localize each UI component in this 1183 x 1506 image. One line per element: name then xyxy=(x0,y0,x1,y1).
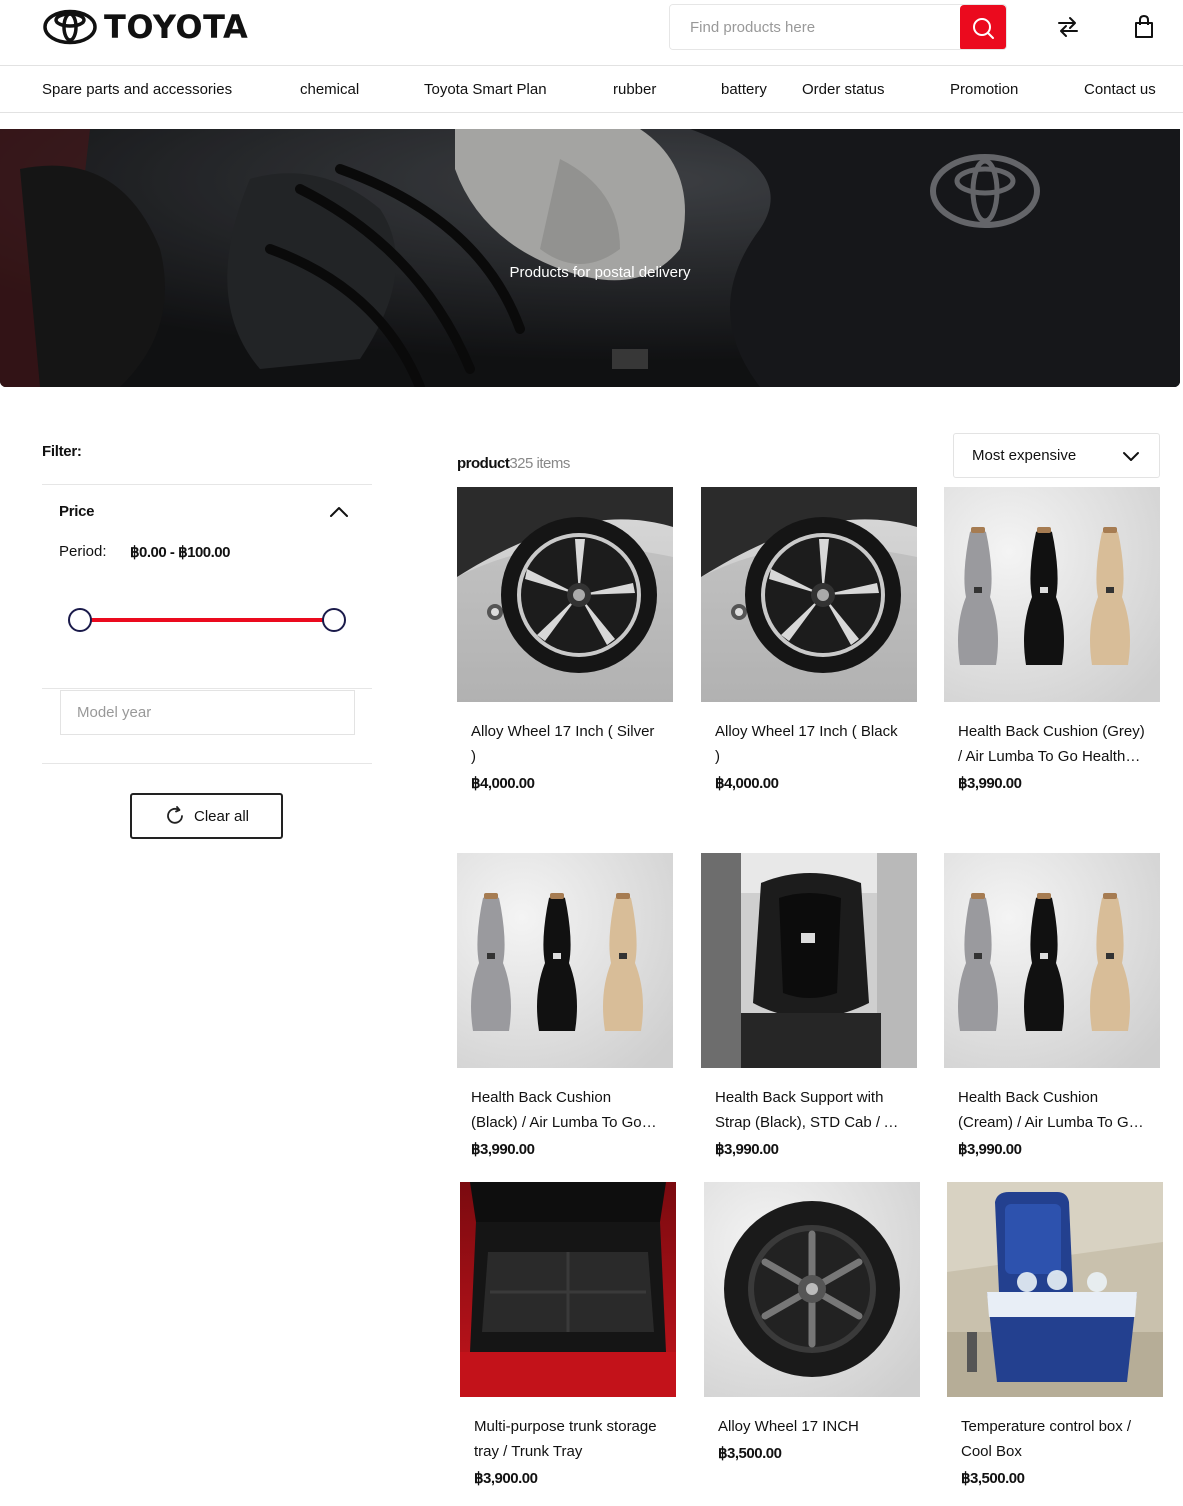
search-icon xyxy=(973,18,994,39)
product-image[interactable] xyxy=(457,487,673,702)
model-year-input[interactable] xyxy=(60,690,355,735)
product-name[interactable]: Health Back Cushion (Grey) / Air Lumba T… xyxy=(958,719,1146,769)
search-bar xyxy=(669,4,1007,50)
product-card[interactable]: Alloy Wheel 17 Inch ( Black ) ฿4,000.00 xyxy=(701,487,917,792)
brand-name: TOYOTA xyxy=(104,8,249,46)
engine-bay-image xyxy=(0,129,1180,387)
divider xyxy=(42,484,372,485)
sort-dropdown[interactable]: Most expensive xyxy=(953,433,1160,478)
product-price: ฿3,500.00 xyxy=(718,1445,782,1462)
product-name[interactable]: Alloy Wheel 17 Inch ( Silver ) xyxy=(471,719,659,769)
clear-all-label: Clear all xyxy=(193,807,250,825)
product-image[interactable] xyxy=(947,1182,1163,1397)
compare-button[interactable] xyxy=(1053,12,1083,42)
main-nav: Spare parts and accessories chemical Toy… xyxy=(0,66,1183,113)
nav-promotion[interactable]: Promotion xyxy=(950,81,1018,98)
product-card[interactable]: Alloy Wheel 17 INCH ฿3,500.00 xyxy=(704,1182,920,1462)
product-card[interactable]: Health Back Cushion (Cream) / Air Lumba … xyxy=(944,853,1160,1158)
price-filter-heading[interactable]: Price xyxy=(59,503,95,520)
product-price: ฿3,990.00 xyxy=(715,1141,779,1158)
product-card[interactable]: Health Back Support with Strap (Black), … xyxy=(701,853,917,1158)
compare-arrows-icon xyxy=(1058,17,1078,37)
product-name[interactable]: Health Back Cushion (Black) / Air Lumba … xyxy=(471,1085,659,1135)
product-name[interactable]: Alloy Wheel 17 Inch ( Black ) xyxy=(715,719,903,769)
product-image[interactable] xyxy=(701,487,917,702)
product-price: ฿3,500.00 xyxy=(961,1470,1025,1487)
clear-all-button[interactable]: Clear all xyxy=(130,793,283,839)
cart-button[interactable] xyxy=(1129,12,1159,42)
product-price: ฿3,900.00 xyxy=(474,1470,538,1487)
product-card[interactable]: Temperature control box / Cool Box ฿3,50… xyxy=(947,1182,1163,1487)
chevron-down-icon xyxy=(1123,451,1139,461)
nav-order-status[interactable]: Order status xyxy=(802,81,885,98)
period-label: Period: xyxy=(59,543,107,560)
price-slider-max-handle[interactable] xyxy=(322,608,346,632)
nav-spare-parts[interactable]: Spare parts and accessories xyxy=(42,81,232,98)
product-name[interactable]: Multi-purpose trunk storage tray / Trunk… xyxy=(474,1414,662,1464)
nav-contact-us[interactable]: Contact us xyxy=(1084,81,1156,98)
product-heading: product xyxy=(457,455,510,472)
product-name[interactable]: Alloy Wheel 17 INCH xyxy=(718,1414,906,1439)
refresh-icon xyxy=(167,806,183,824)
hero-banner: Products for postal delivery xyxy=(0,129,1180,387)
product-count: product325 items xyxy=(457,455,570,472)
nav-rubber[interactable]: rubber xyxy=(613,81,656,98)
product-price: ฿3,990.00 xyxy=(471,1141,535,1158)
price-slider-track[interactable] xyxy=(80,618,334,622)
product-card[interactable]: Alloy Wheel 17 Inch ( Silver ) ฿4,000.00 xyxy=(457,487,673,792)
nav-smart-plan[interactable]: Toyota Smart Plan xyxy=(424,81,547,98)
product-image[interactable] xyxy=(944,853,1160,1068)
product-price: ฿4,000.00 xyxy=(471,775,535,792)
price-slider-min-handle[interactable] xyxy=(68,608,92,632)
toyota-logo[interactable]: TOYOTA xyxy=(42,8,248,46)
product-name[interactable]: Health Back Support with Strap (Black), … xyxy=(715,1085,903,1135)
product-image[interactable] xyxy=(701,853,917,1068)
product-image[interactable] xyxy=(704,1182,920,1397)
search-input[interactable] xyxy=(670,5,960,49)
banner-title: Products for postal delivery xyxy=(509,264,691,281)
chevron-up-icon[interactable] xyxy=(328,502,350,522)
period-value: ฿0.00 - ฿100.00 xyxy=(130,544,231,561)
shopping-bag-icon xyxy=(1135,14,1153,38)
product-card[interactable]: Health Back Cushion (Black) / Air Lumba … xyxy=(457,853,673,1158)
product-image[interactable] xyxy=(460,1182,676,1397)
product-name[interactable]: Temperature control box / Cool Box xyxy=(961,1414,1149,1464)
product-card[interactable]: Health Back Cushion (Grey) / Air Lumba T… xyxy=(944,487,1160,792)
nav-chemical[interactable]: chemical xyxy=(300,81,359,98)
sort-value: Most expensive xyxy=(972,447,1077,464)
product-price: ฿4,000.00 xyxy=(715,775,779,792)
product-image[interactable] xyxy=(457,853,673,1068)
divider xyxy=(42,763,372,764)
divider xyxy=(42,688,372,689)
product-image[interactable] xyxy=(944,487,1160,702)
product-price: ฿3,990.00 xyxy=(958,775,1022,792)
search-button[interactable] xyxy=(960,5,1006,49)
nav-battery[interactable]: battery xyxy=(721,81,767,98)
items-count: 325 items xyxy=(509,455,570,472)
product-name[interactable]: Health Back Cushion (Cream) / Air Lumba … xyxy=(958,1085,1146,1135)
product-price: ฿3,990.00 xyxy=(958,1141,1022,1158)
site-header: TOYOTA xyxy=(0,0,1183,66)
filter-heading: Filter: xyxy=(42,443,82,460)
toyota-emblem-icon xyxy=(43,9,97,45)
product-card[interactable]: Multi-purpose trunk storage tray / Trunk… xyxy=(460,1182,676,1487)
